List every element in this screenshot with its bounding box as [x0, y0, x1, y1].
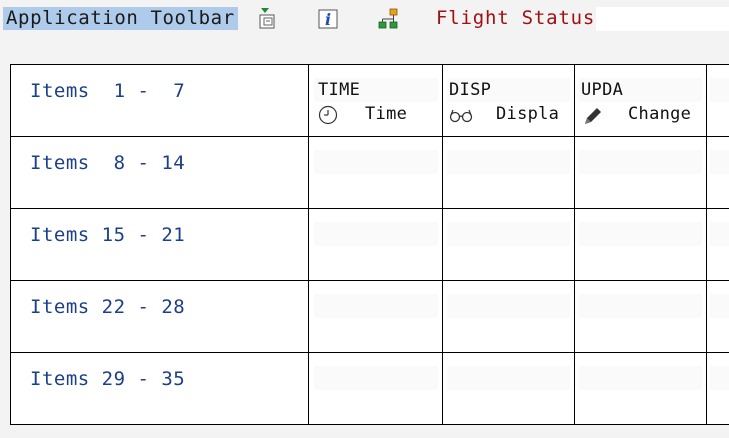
row-label[interactable]: Items 22 - 28 — [30, 296, 185, 319]
matrix-cell[interactable] — [443, 280, 574, 352]
row-label[interactable]: Items 1 - 7 — [30, 80, 185, 103]
grid-line — [10, 352, 729, 353]
matrix-cell[interactable] — [309, 208, 442, 280]
glasses-icon — [449, 109, 473, 123]
header-row: Items 1 - 7 TIME Time DISP Displa UPDA C… — [0, 64, 729, 136]
grid-line — [10, 64, 11, 425]
matrix-cell[interactable] — [575, 280, 706, 352]
grid-line — [10, 64, 729, 65]
matrix-cell[interactable] — [309, 352, 442, 424]
matrix-cell[interactable] — [707, 352, 729, 424]
clock-icon — [318, 105, 338, 125]
row-label-cell: Items 29 - 35 — [11, 352, 308, 424]
column-text-disp: Displa — [496, 104, 560, 124]
grid-line — [442, 64, 443, 425]
grid-line — [308, 64, 309, 425]
row-label[interactable]: Items 15 - 21 — [30, 224, 185, 247]
row-label[interactable]: Items 29 - 35 — [30, 368, 185, 391]
column-text-upda: Change — [628, 104, 692, 124]
matrix-cell[interactable] — [707, 208, 729, 280]
matrix-cell[interactable] — [575, 352, 706, 424]
doc-export-icon[interactable] — [256, 7, 280, 31]
matrix-cell[interactable] — [443, 136, 574, 208]
flight-status-label: Flight Status — [436, 7, 596, 29]
column-key-time: TIME — [318, 80, 361, 100]
matrix-cell[interactable] — [707, 136, 729, 208]
column-text-time: Time — [365, 104, 408, 124]
grid-line — [10, 280, 729, 281]
grid-line — [574, 64, 575, 425]
matrix-cell[interactable] — [707, 280, 729, 352]
matrix-row: Items 15 - 21 — [0, 208, 729, 280]
matrix-cell[interactable] — [443, 352, 574, 424]
grid-line — [10, 208, 729, 209]
column-key-disp: DISP — [449, 80, 492, 100]
row-label-cell: Items 15 - 21 — [11, 208, 308, 280]
row-label-cell: Items 1 - 7 — [11, 64, 308, 136]
status-field — [596, 7, 729, 31]
grid-line — [10, 424, 729, 425]
column-key-upda: UPDA — [581, 80, 624, 100]
hierarchy-icon[interactable] — [376, 7, 400, 31]
matrix-row: Items 8 - 14 — [0, 136, 729, 208]
matrix-cell[interactable] — [309, 280, 442, 352]
row-label-cell: Items 22 - 28 — [11, 280, 308, 352]
matrix-row: Items 22 - 28 — [0, 280, 729, 352]
column-header-disp[interactable]: DISP Displa — [443, 64, 574, 136]
column-header-time[interactable]: TIME Time — [309, 64, 442, 136]
row-label-cell: Items 8 - 14 — [11, 136, 308, 208]
column-header-upda[interactable]: UPDA Change — [575, 64, 706, 136]
toolbar-title[interactable]: Application Toolbar — [3, 7, 238, 30]
row-label[interactable]: Items 8 - 14 — [30, 152, 185, 175]
matrix-row: Items 29 - 35 — [0, 352, 729, 424]
pencil-icon — [585, 108, 601, 124]
grid-line — [10, 136, 729, 137]
svg-text:i: i — [325, 10, 331, 29]
matrix-cell[interactable] — [575, 136, 706, 208]
matrix-cell[interactable] — [575, 208, 706, 280]
matrix-cell[interactable] — [309, 136, 442, 208]
matrix-grid: Items 1 - 7 TIME Time DISP Displa UPDA C… — [0, 64, 729, 438]
matrix-cell[interactable] — [443, 208, 574, 280]
info-icon[interactable]: i — [316, 7, 340, 31]
column-header-overflow — [707, 64, 729, 136]
application-toolbar: Application Toolbar i Flight Status — [0, 0, 729, 40]
grid-line — [706, 64, 707, 425]
